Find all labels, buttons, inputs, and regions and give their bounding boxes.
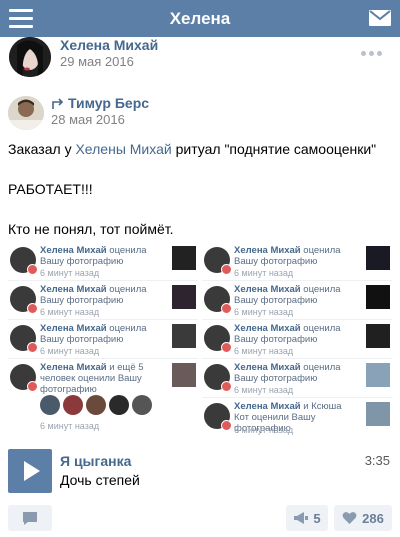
mention-link[interactable]: Хелены Михай — [75, 141, 171, 157]
post-text-line-2: РАБОТАЕТ!!! — [8, 181, 93, 197]
heart-icon — [221, 342, 232, 353]
repost-date: 28 мая 2016 — [51, 112, 125, 127]
avatar — [86, 395, 106, 415]
attached-photo[interactable]: Хелена Михай оценила Вашу фотографию 6 м… — [8, 242, 392, 438]
notification-item: Хелена Михай оценила Вашу фотографию 6 м… — [8, 320, 198, 359]
post-text-line-1: Заказал у Хелены Михай ритуал "поднятие … — [8, 141, 376, 157]
notification-text: Хелена Михай и ещё 5 человек оценили Ваш… — [40, 362, 144, 395]
notification-time: 6 минут назад — [234, 385, 294, 395]
page-title: Хелена — [169, 8, 231, 28]
top-bar: Хелена — [0, 0, 400, 37]
menu-icon[interactable] — [6, 6, 36, 31]
notification-time: 6 минут назад — [234, 307, 294, 317]
notification-time: 6 минут назад — [40, 346, 100, 356]
photo-thumbnail — [172, 363, 196, 387]
play-button[interactable] — [8, 449, 52, 493]
photo-thumbnail — [366, 285, 390, 309]
notification-item: Хелена Михай оценила Вашу фотографию 6 м… — [202, 281, 392, 320]
notification-item: Хелена Михай оценила Вашу фотографию 6 м… — [8, 242, 198, 281]
avatar — [40, 395, 60, 415]
notification-text: Хелена Михай оценила Вашу фотографию — [234, 245, 341, 267]
notification-time: 6 минут назад — [40, 307, 100, 317]
notification-text: Хелена Михай оценила Вашу фотографию — [40, 323, 147, 345]
notification-text: Хелена Михай оценила Вашу фотографию — [234, 284, 341, 306]
comment-icon — [23, 512, 37, 525]
notification-time: 6 минут назад — [40, 268, 100, 278]
liker-avatars — [40, 395, 152, 415]
notification-item: Хелена Михай оценила Вашу фотографию 6 м… — [202, 359, 392, 398]
avatar — [63, 395, 83, 415]
share-button[interactable]: 5 — [286, 505, 328, 531]
avatar[interactable] — [9, 37, 51, 77]
avatar — [109, 395, 129, 415]
audio-duration: 3:35 — [364, 453, 390, 468]
notification-time: 6 минут назад — [234, 425, 294, 435]
photo-thumbnail — [366, 363, 390, 387]
notification-item: Хелена Михай и ещё 5 человек оценили Ваш… — [8, 359, 198, 436]
repost-icon — [52, 97, 64, 109]
repost-author[interactable]: Тимур Берс — [51, 95, 149, 111]
notification-text: Хелена Михай оценила Вашу фотографию — [40, 245, 147, 267]
more-options-icon[interactable] — [361, 51, 382, 56]
audio-artist[interactable]: Я цыганка — [60, 453, 131, 469]
heart-icon — [27, 303, 38, 314]
repost-header: Тимур Берс 28 мая 2016 — [0, 94, 400, 130]
like-button[interactable]: 286 — [334, 505, 392, 531]
notification-column-left: Хелена Михай оценила Вашу фотографию 6 м… — [8, 242, 198, 436]
photo-thumbnail — [366, 324, 390, 348]
post-date: 29 мая 2016 — [60, 54, 134, 69]
heart-icon — [221, 381, 232, 392]
avatar — [132, 395, 152, 415]
notification-item: Хелена Михай оценила Вашу фотографию 6 м… — [202, 320, 392, 359]
notification-text: Хелена Михай оценила Вашу фотографию — [40, 284, 147, 306]
heart-icon — [221, 264, 232, 275]
notification-time: 6 минут назад — [234, 268, 294, 278]
audio-attachment: Я цыганка Дочь степей 3:35 — [8, 449, 392, 495]
like-count: 286 — [362, 510, 384, 526]
text-segment: Заказал у — [8, 141, 76, 157]
post-header: Хелена Михай 29 мая 2016 — [0, 37, 400, 77]
post-text-line-3: Кто не понял, тот поймёт. — [8, 221, 174, 237]
mail-icon[interactable] — [368, 7, 392, 29]
photo-thumbnail — [366, 402, 390, 426]
comment-button[interactable] — [8, 505, 52, 531]
notification-text: Хелена Михай оценила Вашу фотографию — [234, 323, 341, 345]
heart-icon — [342, 512, 357, 524]
photo-thumbnail — [172, 246, 196, 270]
notification-time: 6 минут назад — [40, 421, 100, 431]
notification-item: Хелена Михай оценила Вашу фотографию 6 м… — [202, 242, 392, 281]
photo-thumbnail — [366, 246, 390, 270]
notification-item: Хелена Михай и Ксюша Кот оценили Вашу фо… — [202, 398, 392, 438]
heart-icon — [27, 381, 38, 392]
photo-thumbnail — [172, 324, 196, 348]
share-count: 5 — [313, 510, 321, 526]
repost-avatar[interactable] — [8, 96, 44, 130]
notification-column-right: Хелена Михай оценила Вашу фотографию 6 м… — [202, 242, 392, 438]
heart-icon — [27, 264, 38, 275]
repost-author-name: Тимур Берс — [68, 95, 150, 111]
text-segment: ритуал "поднятие самооценки" — [171, 141, 377, 157]
megaphone-icon — [294, 512, 309, 524]
audio-title: Дочь степей — [60, 472, 140, 488]
heart-icon — [221, 420, 232, 431]
photo-thumbnail — [172, 285, 196, 309]
notification-item: Хелена Михай оценила Вашу фотографию 6 м… — [8, 281, 198, 320]
post-author[interactable]: Хелена Михай — [60, 37, 158, 53]
heart-icon — [27, 342, 38, 353]
heart-icon — [221, 303, 232, 314]
notification-text: Хелена Михай оценила Вашу фотографию — [234, 362, 341, 384]
notification-time: 6 минут назад — [234, 346, 294, 356]
